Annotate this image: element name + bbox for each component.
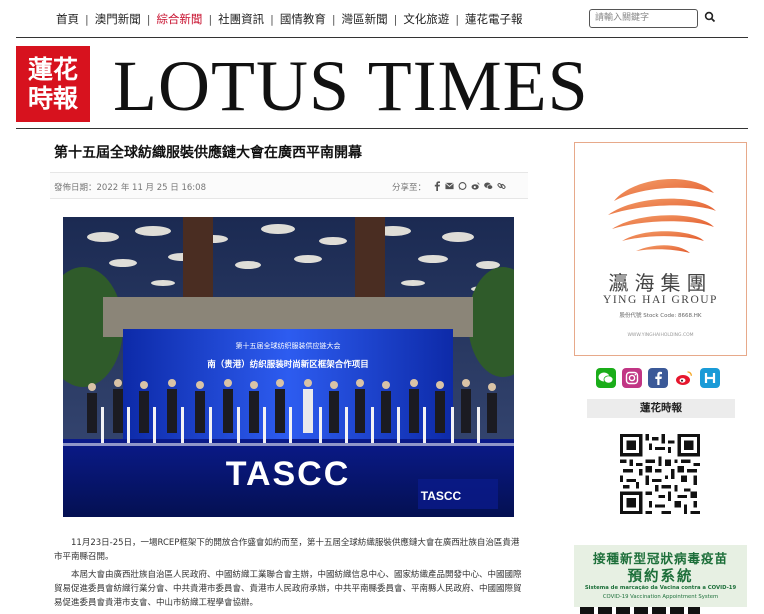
wechat-icon[interactable] xyxy=(596,368,616,388)
nav-item-culture-travel[interactable]: 文化旅遊 xyxy=(397,11,455,27)
sidebar-title-lotus-times: 蓮花時報 xyxy=(587,399,735,418)
email-share-icon[interactable] xyxy=(445,180,454,191)
screen-banner-subtitle: 南（贵港）纺织服装时尚新区框架合作项目 xyxy=(207,359,369,370)
logo-text-line1: 蓮花 xyxy=(27,55,78,84)
masthead-title[interactable]: LOTUS TIMES xyxy=(113,44,589,128)
masthead-divider xyxy=(16,128,748,129)
tascc-small-logo: TASCC xyxy=(421,489,462,503)
vaccination-subtitle: 預約系統 xyxy=(627,569,694,585)
ad-website: WWW.YINGHAIHOLDING.COM xyxy=(627,333,694,338)
social-links xyxy=(596,368,720,388)
search-input[interactable]: 請輸入關鍵字 xyxy=(589,9,698,28)
ad-company-name-en: YING HAI GROUP xyxy=(603,294,718,306)
yinghai-logo-icon xyxy=(608,179,716,253)
sidebar-ad-yinghai[interactable]: 瀛海集團 YING HAI GROUP 股份代號 Stock Code: 866… xyxy=(574,142,747,356)
site-logo[interactable]: 蓮花 時報 xyxy=(16,46,90,122)
vaccination-en-text: COVID-19 Vaccination Appointment System xyxy=(602,594,719,600)
nav-divider xyxy=(16,37,748,38)
link-share-icon[interactable] xyxy=(497,180,506,191)
lotus-app-icon[interactable] xyxy=(700,368,720,388)
next-banner-partial xyxy=(580,607,700,614)
whatsapp-share-icon[interactable] xyxy=(458,180,467,191)
nav-item-home[interactable]: 首頁 xyxy=(50,11,85,27)
share-label: 分享至： xyxy=(392,183,427,193)
qr-code-icon xyxy=(617,431,703,517)
article-photo: 第十五届全球纺织服装供应链大会 南（贵港）纺织服装时尚新区框架合作项目 TASC… xyxy=(63,217,514,517)
nav-item-general-news[interactable]: 綜合新聞 xyxy=(150,11,208,27)
share-icons xyxy=(432,180,506,191)
instagram-icon[interactable] xyxy=(622,368,642,388)
article-paragraph: 11月23日-25日，一場RCEP框架下的開放合作盛會如約而至，第十五屆全球紡織… xyxy=(54,538,520,562)
article-paragraph: 本屆大會由廣西壯族自治區人民政府、中國紡織工業聯合會主辦，中國紡織信息中心、國家… xyxy=(54,570,522,608)
vaccination-banner[interactable]: 接種新型冠狀病毒疫苗 預約系統 Sistema de marcação da V… xyxy=(574,545,747,607)
nav-item-macau-news[interactable]: 澳門新聞 xyxy=(89,11,147,27)
weibo-share-icon[interactable] xyxy=(471,180,480,191)
vaccination-pt-text: Sistema de marcação da Vacina contra a C… xyxy=(584,585,737,591)
screen-banner-title: 第十五届全球纺织服装供应链大会 xyxy=(236,341,341,350)
ad-stock-code: 股份代號 Stock Code: 8668.HK xyxy=(619,313,702,319)
nav-item-national-education[interactable]: 國情教育 xyxy=(274,11,332,27)
facebook-icon[interactable] xyxy=(648,368,668,388)
nav-links: 首頁 | 澳門新聞 | 綜合新聞 | 社團資訊 | 國情教育 | 灣區新聞 | … xyxy=(50,11,529,27)
nav-item-community[interactable]: 社團資訊 xyxy=(212,11,270,27)
article-meta-bar: 發佈日期：2022 年 11 月 25 日 16:08 分享至： xyxy=(50,172,528,199)
ad-company-name-cn: 瀛海集團 xyxy=(608,271,713,295)
nav-item-bay-area[interactable]: 灣區新聞 xyxy=(336,11,394,27)
article-body: 11月23日-25日，一場RCEP框架下的開放合作盛會如約而至，第十五屆全球紡織… xyxy=(54,536,524,614)
top-navigation: 首頁 | 澳門新聞 | 綜合新聞 | 社團資訊 | 國情教育 | 灣區新聞 | … xyxy=(0,0,764,36)
facebook-share-icon[interactable] xyxy=(432,180,441,191)
logo-text-line2: 時報 xyxy=(27,84,78,113)
publish-date: 發佈日期：2022 年 11 月 25 日 16:08 xyxy=(54,183,206,193)
article-title: 第十五屆全球紡織服裝供應鏈大會在廣西平南開幕 xyxy=(54,145,362,161)
weibo-icon[interactable] xyxy=(674,368,694,388)
tascc-floor-logo: TASCC xyxy=(226,455,351,493)
nav-item-e-paper[interactable]: 蓮花電子報 xyxy=(459,11,529,27)
search-icon[interactable] xyxy=(704,11,716,23)
wechat-share-icon[interactable] xyxy=(484,180,493,191)
